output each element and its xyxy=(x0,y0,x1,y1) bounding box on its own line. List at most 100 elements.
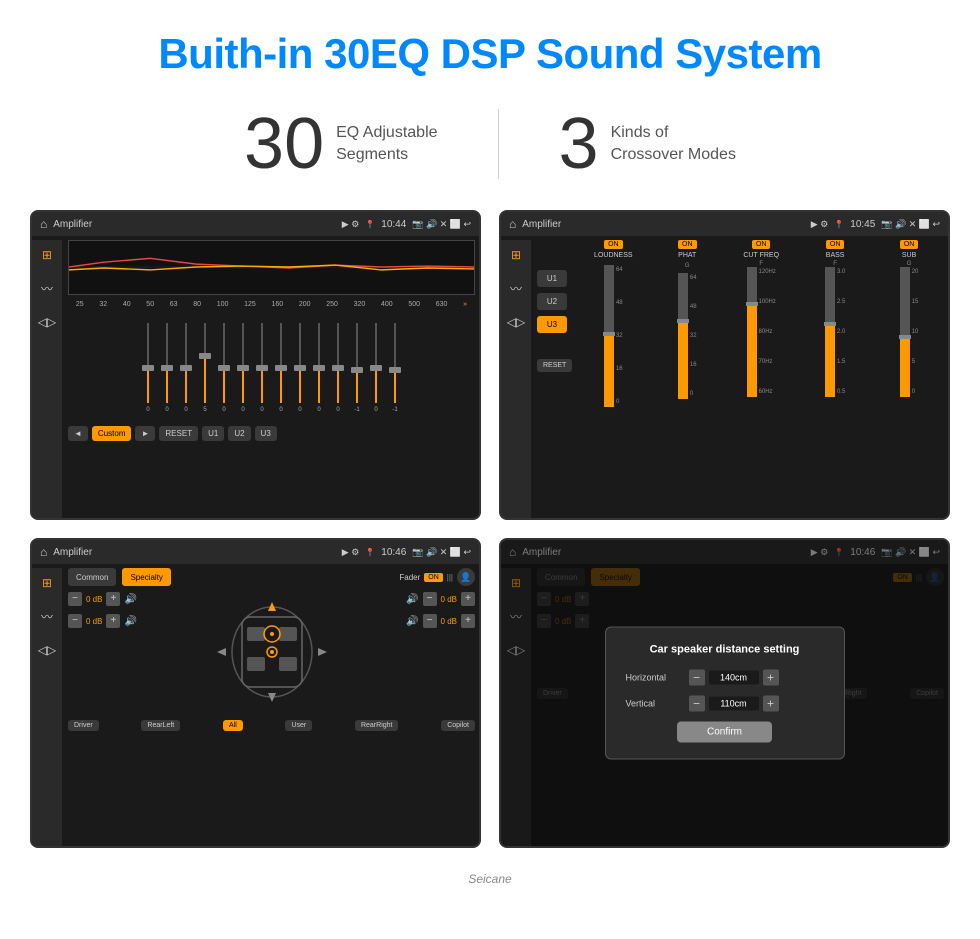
vertical-plus[interactable]: + xyxy=(763,696,779,712)
phat-on[interactable]: ON xyxy=(678,240,697,249)
next-button[interactable]: ► xyxy=(135,426,155,441)
vol-fl-plus[interactable]: + xyxy=(106,592,120,606)
custom-button[interactable]: Custom xyxy=(92,426,132,441)
fader-3[interactable]: 0 xyxy=(178,321,194,413)
vol-fr-plus[interactable]: + xyxy=(461,592,475,606)
horizontal-minus[interactable]: − xyxy=(689,670,705,686)
specialty-tab[interactable]: Specialty xyxy=(122,568,170,586)
vertical-input: − 110cm + xyxy=(689,696,779,712)
screenshots-grid: ⌂ Amplifier ▶ ⚙ 📍 10:44 📷 🔊 ✕ ⬜ ↩ ⊞ 〰 ◁▷ xyxy=(0,210,980,868)
u3-button[interactable]: U3 xyxy=(255,426,277,441)
u2-button[interactable]: U2 xyxy=(228,426,250,441)
vol-icon-2[interactable]: ◁▷ xyxy=(507,315,525,329)
wave-icon-1[interactable]: 〰 xyxy=(41,280,53,297)
rearright-btn[interactable]: RearRight xyxy=(355,720,399,731)
prev-button[interactable]: ◄ xyxy=(68,426,88,441)
horizontal-label: Horizontal xyxy=(626,673,681,683)
speaker-layout-main: − 0 dB + 🔊 − 0 dB + 🔊 xyxy=(68,592,475,712)
eq-freq-labels: 2532405063 80100125160200 25032040050063… xyxy=(68,301,475,308)
vol-left: − 0 dB + 🔊 − 0 dB + 🔊 xyxy=(68,592,137,628)
fader-6[interactable]: 0 xyxy=(235,321,251,413)
eq-icon-2[interactable]: ⊞ xyxy=(511,248,521,262)
common-tab[interactable]: Common xyxy=(68,568,116,586)
rearleft-btn[interactable]: RearLeft xyxy=(141,720,180,731)
eq-bottom-buttons: ◄ Custom ► RESET U1 U2 U3 xyxy=(68,426,475,441)
side-icons-1: ⊞ 〰 ◁▷ xyxy=(32,240,62,518)
loudness-label: LOUDNESS xyxy=(594,252,633,259)
stat-crossover: 3 Kinds of Crossover Modes xyxy=(499,108,796,180)
phat-label: PHAT xyxy=(678,252,696,259)
crossover-channels: ON LOUDNESS 644832160 xyxy=(578,240,944,460)
vol-fr-minus[interactable]: − xyxy=(423,592,437,606)
distance-dialog: Car speaker distance setting Horizontal … xyxy=(605,627,845,760)
horizontal-input: − 140cm + xyxy=(689,670,779,686)
eq-icon-3[interactable]: ⊞ xyxy=(42,576,52,590)
copilot-btn[interactable]: Copilot xyxy=(441,720,475,731)
eq-desc-1: EQ Adjustable xyxy=(336,122,437,144)
status-bar-1: ⌂ Amplifier ▶ ⚙ 📍 10:44 📷 🔊 ✕ ⬜ ↩ xyxy=(32,212,479,236)
fader-2[interactable]: 0 xyxy=(159,321,175,413)
loudness-on[interactable]: ON xyxy=(604,240,623,249)
fader-9[interactable]: 0 xyxy=(292,321,308,413)
fader-5[interactable]: 0 xyxy=(216,321,232,413)
bass-on[interactable]: ON xyxy=(826,240,845,249)
side-icons-3: ⊞ 〰 ◁▷ xyxy=(32,568,62,846)
fader-12[interactable]: -1 xyxy=(349,321,365,413)
crossover-grid: U1 U2 U3 RESET ON LOUDNESS xyxy=(537,240,944,460)
all-btn[interactable]: All xyxy=(223,720,243,731)
eq-graph xyxy=(68,240,475,295)
crossover-content: U1 U2 U3 RESET ON LOUDNESS xyxy=(533,236,948,464)
screen-speaker: ⌂ Amplifier ▶ ⚙ 📍 10:46 📷 🔊 ✕ ⬜ ↩ ⊞ 〰 ◁▷… xyxy=(30,538,481,848)
vertical-row: Vertical − 110cm + xyxy=(626,696,824,712)
fader-13[interactable]: 0 xyxy=(368,321,384,413)
reset-button[interactable]: RESET xyxy=(159,426,198,441)
u3-cross-button[interactable]: U3 xyxy=(537,316,567,333)
eq-icon-1[interactable]: ⊞ xyxy=(42,248,52,262)
fader-1[interactable]: 0 xyxy=(140,321,156,413)
fader-11[interactable]: 0 xyxy=(330,321,346,413)
ch-sub: ON SUB G 20151050 xyxy=(874,240,944,460)
car-diagram xyxy=(143,592,400,712)
vol-row-rr: 🔊 − 0 dB + xyxy=(406,614,475,628)
ch-phat: ON PHAT G 644832160 xyxy=(652,240,722,460)
wave-icon-2[interactable]: 〰 xyxy=(510,280,522,297)
vol-rr-plus[interactable]: + xyxy=(461,614,475,628)
fader-7[interactable]: 0 xyxy=(254,321,270,413)
driver-btn[interactable]: Driver xyxy=(68,720,99,731)
vol-rl-minus[interactable]: − xyxy=(68,614,82,628)
reset-cross-button[interactable]: RESET xyxy=(537,359,572,372)
home-icon-2[interactable]: ⌂ xyxy=(509,217,516,231)
home-icon-1[interactable]: ⌂ xyxy=(40,217,47,231)
fader-4[interactable]: 5 xyxy=(197,321,213,413)
fader-10[interactable]: 0 xyxy=(311,321,327,413)
screen-distance: ⌂ Amplifier ▶ ⚙ 📍 10:46 📷 🔊 ✕ ⬜ ↩ ⊞ 〰 ◁▷… xyxy=(499,538,950,848)
fader-8[interactable]: 0 xyxy=(273,321,289,413)
cutfreq-on[interactable]: ON xyxy=(752,240,771,249)
u1-cross-button[interactable]: U1 xyxy=(537,270,567,287)
vol-row-fl: − 0 dB + 🔊 xyxy=(68,592,137,606)
screen1-icons: ▶ ⚙ xyxy=(342,219,360,230)
home-icon-3[interactable]: ⌂ xyxy=(40,545,47,559)
stats-row: 30 EQ Adjustable Segments 3 Kinds of Cro… xyxy=(0,98,980,210)
wave-icon-3[interactable]: 〰 xyxy=(41,608,53,625)
vertical-value: 110cm xyxy=(709,697,759,711)
ch-loudness: ON LOUDNESS 644832160 xyxy=(578,240,648,460)
vol-icon-3[interactable]: ◁▷ xyxy=(38,643,56,657)
fader-14[interactable]: -1 xyxy=(387,321,403,413)
u2-cross-button[interactable]: U2 xyxy=(537,293,567,310)
vol-fl-minus[interactable]: − xyxy=(68,592,82,606)
vol-rl-plus[interactable]: + xyxy=(106,614,120,628)
screen2-time: 10:45 xyxy=(850,219,875,230)
crossover-number: 3 xyxy=(559,108,599,180)
vol-icon-1[interactable]: ◁▷ xyxy=(38,315,56,329)
bass-label: BASS xyxy=(826,252,845,259)
horizontal-plus[interactable]: + xyxy=(763,670,779,686)
confirm-button[interactable]: Confirm xyxy=(677,722,772,743)
user-btn[interactable]: User xyxy=(285,720,312,731)
sub-on[interactable]: ON xyxy=(900,240,919,249)
vol-rr-minus[interactable]: − xyxy=(423,614,437,628)
crossover-desc-2: Crossover Modes xyxy=(611,144,736,166)
vertical-minus[interactable]: − xyxy=(689,696,705,712)
u1-button[interactable]: U1 xyxy=(202,426,224,441)
fader-on-badge: ON xyxy=(424,573,443,582)
